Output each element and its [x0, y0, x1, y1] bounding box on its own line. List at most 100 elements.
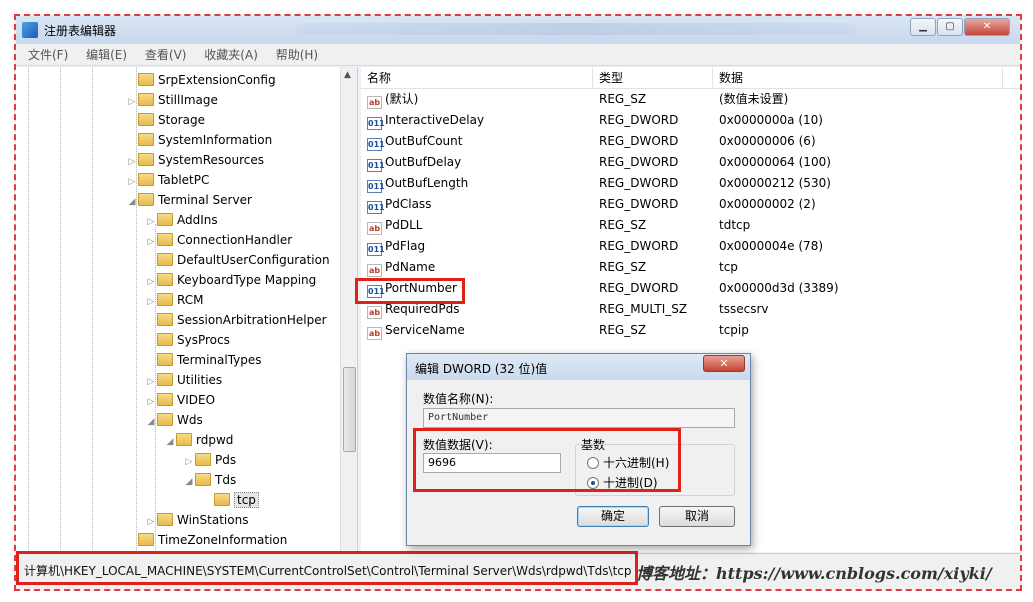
tree-item[interactable]: ▷ TabletPC — [126, 170, 209, 190]
menu-view[interactable]: 查看(V) — [145, 44, 187, 66]
folder-icon — [195, 473, 211, 486]
expand-arrow-icon[interactable]: ◢ — [126, 192, 138, 212]
tree-item[interactable]: tcp — [202, 490, 259, 510]
minimize-button[interactable]: ▁ — [910, 18, 936, 36]
binary-value-icon: 011 — [367, 243, 385, 256]
value-row[interactable]: 011OutBufDelay REG_DWORD 0x00000064 (100) — [361, 152, 1020, 173]
expand-arrow-icon[interactable]: ▷ — [145, 292, 157, 312]
value-row[interactable]: 011OutBufCount REG_DWORD 0x00000006 (6) — [361, 131, 1020, 152]
tree-item[interactable]: ▷ Utilities — [145, 370, 222, 390]
tree-item[interactable]: SysProcs — [145, 330, 230, 350]
value-type-cell: REG_DWORD — [599, 155, 679, 169]
value-name: OutBufLength — [385, 176, 469, 190]
expand-arrow-icon[interactable]: ▷ — [126, 152, 138, 172]
value-row[interactable]: 011InteractiveDelay REG_DWORD 0x0000000a (… — [361, 110, 1020, 131]
value-type-cell: REG_SZ — [599, 92, 647, 106]
folder-icon — [157, 413, 173, 426]
folder-icon — [157, 213, 173, 226]
folder-icon — [138, 153, 154, 166]
tree-scrollbar[interactable]: ▲ — [340, 67, 357, 552]
string-value-icon: ab — [367, 264, 382, 277]
value-name-cell: 011InteractiveDelay — [367, 110, 484, 131]
expand-arrow-icon[interactable]: ▷ — [145, 212, 157, 232]
expand-arrow-icon[interactable]: ▷ — [145, 392, 157, 412]
binary-value-icon: 011 — [367, 117, 385, 130]
expand-arrow-icon[interactable]: ▷ — [145, 512, 157, 532]
scroll-up-arrow-icon[interactable]: ▲ — [344, 70, 351, 80]
tree-item-label: Storage — [158, 113, 205, 127]
string-value-icon: ab — [367, 96, 382, 109]
value-row[interactable]: ab (默认) REG_SZ (数值未设置) — [361, 89, 1020, 110]
menu-edit[interactable]: 编辑(E) — [86, 44, 127, 66]
tree-item[interactable]: DefaultUserConfiguration — [145, 250, 330, 270]
value-type-cell: REG_DWORD — [599, 176, 679, 190]
value-row[interactable]: 011OutBufLength REG_DWORD 0x00000212 (530) — [361, 173, 1020, 194]
tree-item[interactable]: TimeZoneInformation — [126, 530, 287, 550]
value-name-label: 数值名称(N): — [423, 392, 494, 406]
scrollbar-thumb[interactable] — [343, 367, 356, 452]
folder-icon — [157, 373, 173, 386]
tree-item[interactable]: ▷ RCM — [145, 290, 203, 310]
value-type-cell: REG_SZ — [599, 218, 647, 232]
menu-favorites[interactable]: 收藏夹(A) — [204, 44, 258, 66]
ok-button[interactable]: 确定 — [577, 506, 649, 527]
cancel-button[interactable]: 取消 — [659, 506, 735, 527]
expand-arrow-icon[interactable]: ▷ — [145, 232, 157, 252]
tree-item[interactable]: ▷ KeyboardType Mapping — [145, 270, 316, 290]
highlight-portnumber — [355, 278, 465, 304]
folder-icon — [138, 533, 154, 546]
tree-item[interactable]: ▷ SystemResources — [126, 150, 264, 170]
expand-arrow-icon[interactable]: ◢ — [164, 432, 176, 452]
expand-arrow-icon[interactable]: ◢ — [183, 472, 195, 492]
column-header-name[interactable]: 名称 — [361, 67, 593, 89]
expand-arrow-icon[interactable]: ▷ — [183, 452, 195, 472]
tree-item[interactable]: SystemInformation — [126, 130, 272, 150]
expand-arrow-icon[interactable]: ▷ — [126, 92, 138, 112]
value-row[interactable]: ab ServiceName REG_SZ tcpip — [361, 320, 1020, 341]
value-data-cell: tcp — [719, 260, 738, 274]
value-name-cell: 011PdFlag — [367, 236, 425, 257]
menu-help[interactable]: 帮助(H) — [276, 44, 318, 66]
value-row[interactable]: ab PdName REG_SZ tcp — [361, 257, 1020, 278]
expand-arrow-icon[interactable]: ◢ — [145, 412, 157, 432]
value-name-field[interactable]: PortNumber — [423, 408, 735, 428]
tree-item[interactable]: ▷ StillImage — [126, 90, 218, 110]
binary-value-icon: 011 — [367, 180, 385, 193]
close-button[interactable]: ✕ — [964, 18, 1010, 36]
column-header-type[interactable]: 类型 — [593, 67, 713, 89]
value-row[interactable]: 011PdFlag REG_DWORD 0x0000004e (78) — [361, 236, 1020, 257]
tree-item[interactable]: TerminalTypes — [145, 350, 262, 370]
folder-icon — [138, 193, 154, 206]
tree-item[interactable]: ◢ Tds — [183, 470, 236, 490]
expand-arrow-icon[interactable]: ▷ — [126, 172, 138, 192]
tree-item[interactable]: ▷ VIDEO — [145, 390, 215, 410]
value-row[interactable]: ab PdDLL REG_SZ tdtcp — [361, 215, 1020, 236]
folder-icon — [214, 493, 230, 506]
value-name: PdDLL — [385, 218, 423, 232]
tree-item[interactable]: Storage — [126, 110, 205, 130]
tree-item[interactable]: ▷ ConnectionHandler — [145, 230, 292, 250]
expand-arrow-icon[interactable]: ▷ — [145, 272, 157, 292]
menu-file[interactable]: 文件(F) — [28, 44, 68, 66]
tree-item[interactable]: ▷ AddIns — [145, 210, 218, 230]
value-row[interactable]: 011PdClass REG_DWORD 0x00000002 (2) — [361, 194, 1020, 215]
tree-item[interactable]: ◢ Wds — [145, 410, 203, 430]
value-data-cell: 0x00000212 (530) — [719, 176, 831, 190]
tree-item[interactable]: ◢ rdpwd — [164, 430, 233, 450]
value-name-cell: ab ServiceName — [367, 320, 465, 341]
folder-icon — [157, 293, 173, 306]
dialog-close-icon[interactable]: ✕ — [703, 355, 745, 372]
folder-icon — [138, 173, 154, 186]
value-name-cell: 011OutBufLength — [367, 173, 468, 194]
value-data-cell: tcpip — [719, 323, 749, 337]
column-header-data[interactable]: 数据 — [713, 67, 1003, 89]
tree-item[interactable]: SrpExtensionConfig — [126, 70, 276, 90]
maximize-button[interactable]: ▢ — [937, 18, 963, 36]
tree-item-label: TerminalTypes — [177, 353, 262, 367]
tree-item[interactable]: SessionArbitrationHelper — [145, 310, 327, 330]
expand-arrow-icon[interactable]: ▷ — [145, 372, 157, 392]
tree-item[interactable]: ▷ Pds — [183, 450, 236, 470]
tree-item[interactable]: ▷ WinStations — [145, 510, 248, 530]
tree-item[interactable]: ◢ Terminal Server — [126, 190, 252, 210]
value-name: RequiredPds — [385, 302, 460, 316]
